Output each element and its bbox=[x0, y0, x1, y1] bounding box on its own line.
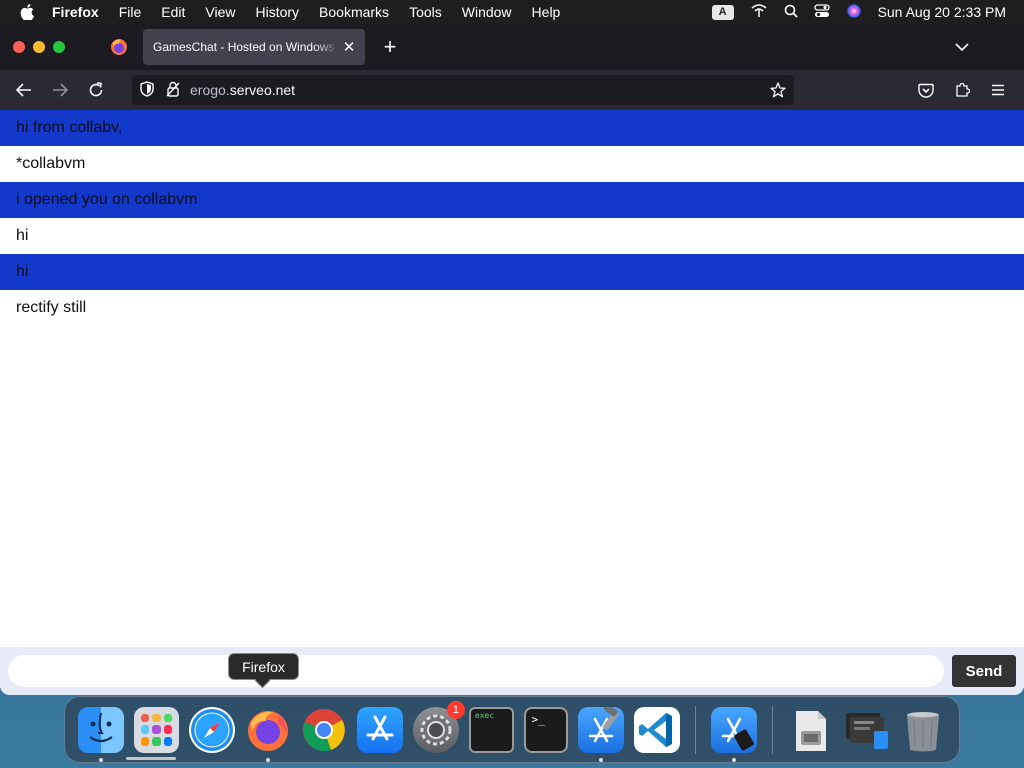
chat-message: hi bbox=[0, 254, 1024, 290]
new-tab-plus-icon[interactable]: + bbox=[379, 36, 401, 58]
chrome-icon[interactable] bbox=[301, 707, 347, 753]
menu-tools[interactable]: Tools bbox=[399, 0, 452, 24]
url-text[interactable]: erogo.serveo.net bbox=[190, 82, 295, 98]
wifi-icon[interactable] bbox=[750, 3, 768, 21]
archive-utility-icon[interactable] bbox=[788, 707, 834, 753]
exec-icon[interactable]: exec bbox=[468, 706, 514, 753]
zoom-window-button[interactable] bbox=[53, 41, 65, 53]
chat-message-input[interactable] bbox=[8, 655, 944, 687]
app-store-icon[interactable] bbox=[356, 706, 403, 753]
chat-message: rectify still bbox=[0, 290, 1024, 326]
url-domain: serveo.net bbox=[229, 82, 296, 98]
desktop: Firefox File Edit View History Bookmarks… bbox=[0, 0, 1024, 768]
list-all-tabs-chevron-icon[interactable] bbox=[952, 37, 972, 57]
menu-history[interactable]: History bbox=[245, 0, 309, 24]
navigation-toolbar: erogo.serveo.net bbox=[0, 70, 1024, 110]
chat-message: i opened you on collabvm bbox=[0, 182, 1024, 218]
notification-badge: 1 bbox=[446, 700, 465, 719]
running-indicator bbox=[99, 757, 103, 762]
menu-window[interactable]: Window bbox=[452, 0, 522, 24]
message-list: hi from collabv, *collabvm i opened you … bbox=[0, 110, 1024, 326]
menu-file[interactable]: File bbox=[109, 0, 152, 24]
menubar-clock[interactable]: Sun Aug 20 2:33 PM bbox=[878, 4, 1006, 20]
input-source-icon[interactable]: A bbox=[711, 4, 734, 20]
vscode-icon[interactable] bbox=[634, 706, 681, 753]
finder-icon[interactable] bbox=[78, 706, 124, 762]
menu-edit[interactable]: Edit bbox=[151, 0, 195, 24]
url-subdomain: erogo. bbox=[190, 82, 230, 98]
downloads-stack-icon[interactable] bbox=[844, 707, 890, 753]
running-indicator bbox=[732, 757, 737, 762]
pinned-tab-firefox-icon[interactable] bbox=[105, 33, 133, 61]
menubar: Firefox File Edit View History Bookmarks… bbox=[0, 0, 1024, 24]
apple-menu-icon[interactable] bbox=[16, 0, 38, 24]
tab-gameschat[interactable]: GamesChat - Hosted on Windows 10 ✕ bbox=[143, 29, 365, 65]
control-center-icon[interactable] bbox=[813, 3, 830, 21]
running-indicator bbox=[599, 757, 604, 762]
back-arrow-icon[interactable] bbox=[10, 76, 38, 104]
send-button[interactable]: Send bbox=[952, 655, 1016, 687]
chat-message: hi from collabv, bbox=[0, 110, 1024, 146]
xcode-icon[interactable] bbox=[578, 703, 625, 762]
chat-message: *collabvm bbox=[0, 146, 1024, 182]
reload-icon[interactable] bbox=[82, 76, 110, 104]
chat-form: Send bbox=[0, 647, 1024, 695]
dock-tooltip: Firefox bbox=[228, 653, 299, 680]
menu-bookmarks[interactable]: Bookmarks bbox=[309, 0, 399, 24]
safari-icon[interactable] bbox=[188, 706, 235, 753]
forward-arrow-icon[interactable] bbox=[46, 76, 74, 104]
bookmark-star-icon[interactable] bbox=[770, 82, 786, 98]
close-window-button[interactable] bbox=[13, 41, 25, 53]
tracking-protection-shield-icon[interactable] bbox=[140, 80, 154, 100]
tab-close-icon[interactable]: ✕ bbox=[341, 39, 357, 56]
siri-icon[interactable] bbox=[846, 3, 862, 22]
exec-label: exec bbox=[474, 710, 495, 720]
chat-message: hi bbox=[0, 218, 1024, 254]
dock: 1 exec >_ bbox=[64, 696, 960, 763]
chat-page: hi from collabv, *collabvm i opened you … bbox=[0, 110, 1024, 695]
firefox-icon[interactable] bbox=[245, 707, 291, 762]
system-settings-icon[interactable]: 1 bbox=[412, 700, 465, 753]
window-controls bbox=[13, 41, 65, 53]
terminal-icon[interactable]: >_ bbox=[523, 706, 569, 753]
launchpad-scroll-indicator bbox=[126, 757, 176, 760]
menubar-app-name[interactable]: Firefox bbox=[52, 0, 109, 24]
insecure-lock-icon[interactable] bbox=[166, 81, 180, 100]
spotlight-search-icon[interactable] bbox=[784, 4, 798, 21]
tab-strip: GamesChat - Hosted on Windows 10 ✕ + bbox=[0, 24, 1024, 70]
running-indicator bbox=[265, 757, 270, 762]
address-bar[interactable]: erogo.serveo.net bbox=[132, 75, 794, 105]
launchpad-icon[interactable] bbox=[134, 706, 179, 753]
minimize-window-button[interactable] bbox=[33, 41, 45, 53]
terminal-prompt: >_ bbox=[531, 712, 545, 726]
pocket-icon[interactable] bbox=[912, 76, 940, 104]
extensions-puzzle-icon[interactable] bbox=[948, 76, 976, 104]
menu-help[interactable]: Help bbox=[522, 0, 571, 24]
menu-view[interactable]: View bbox=[195, 0, 245, 24]
simulator-icon[interactable] bbox=[711, 706, 758, 762]
trash-icon[interactable] bbox=[900, 707, 946, 753]
hamburger-menu-icon[interactable] bbox=[984, 76, 1012, 104]
browser-window: GamesChat - Hosted on Windows 10 ✕ + ero… bbox=[0, 24, 1024, 695]
dock-separator bbox=[695, 705, 697, 754]
dock-separator bbox=[772, 705, 774, 754]
tab-title: GamesChat - Hosted on Windows 10 bbox=[153, 40, 341, 54]
